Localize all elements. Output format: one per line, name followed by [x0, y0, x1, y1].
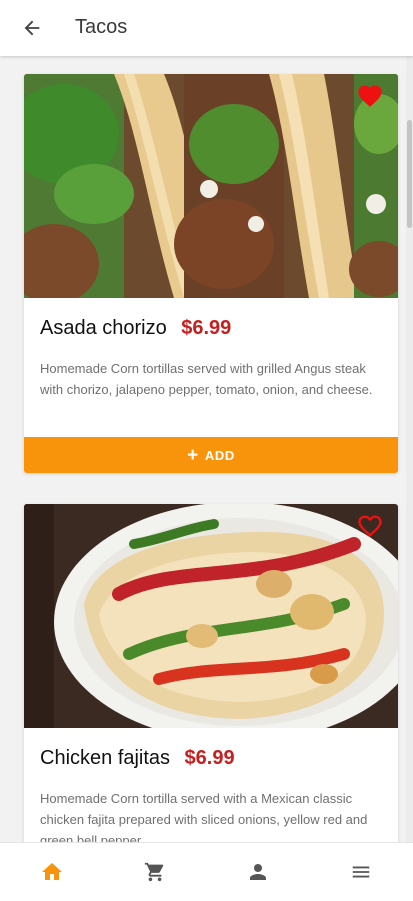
plus-icon: +	[187, 444, 199, 466]
heart-filled-icon	[358, 85, 382, 107]
cart-icon	[144, 862, 164, 882]
back-button[interactable]	[12, 8, 52, 48]
item-name: Asada chorizo	[40, 317, 167, 339]
item-description: Homemade Corn tortillas served with gril…	[40, 361, 373, 397]
nav-item-home[interactable]	[0, 843, 103, 901]
menu-list[interactable]: Asada chorizo $6.99 Homemade Corn tortil…	[0, 56, 413, 842]
item-title-row: Chicken fajitas $6.99	[40, 747, 235, 770]
home-icon	[41, 863, 62, 880]
item-title-row: Asada chorizo $6.99	[40, 317, 231, 340]
arrow-back-icon	[24, 20, 40, 36]
bottom-navigation	[0, 842, 413, 901]
scrollbar-thumb[interactable]	[407, 120, 412, 228]
nav-item-cart[interactable]	[103, 843, 206, 901]
item-description: Homemade Corn tortilla served with a Mex…	[40, 791, 368, 842]
account-icon	[250, 864, 267, 880]
menu-item-image	[24, 74, 398, 298]
add-button[interactable]: + ADD	[24, 437, 398, 473]
heart-outline-icon	[358, 515, 382, 537]
favorite-button[interactable]	[354, 510, 386, 542]
nav-item-menu[interactable]	[310, 843, 413, 901]
item-price: $6.99	[181, 317, 232, 339]
menu-item-card: Asada chorizo $6.99 Homemade Corn tortil…	[24, 74, 398, 473]
scrollbar[interactable]	[406, 56, 413, 842]
menu-item-image	[24, 504, 398, 728]
page-title: Tacos	[75, 16, 128, 38]
add-button-label: ADD	[204, 447, 235, 463]
item-price: $6.99	[184, 747, 235, 769]
app-bar: Tacos	[0, 0, 413, 56]
menu-item-card: Chicken fajitas $6.99 Homemade Corn tort…	[24, 504, 398, 842]
item-name: Chicken fajitas	[40, 747, 171, 769]
favorite-button[interactable]	[354, 80, 386, 112]
menu-icon	[353, 866, 370, 878]
nav-item-account[interactable]	[207, 843, 310, 901]
